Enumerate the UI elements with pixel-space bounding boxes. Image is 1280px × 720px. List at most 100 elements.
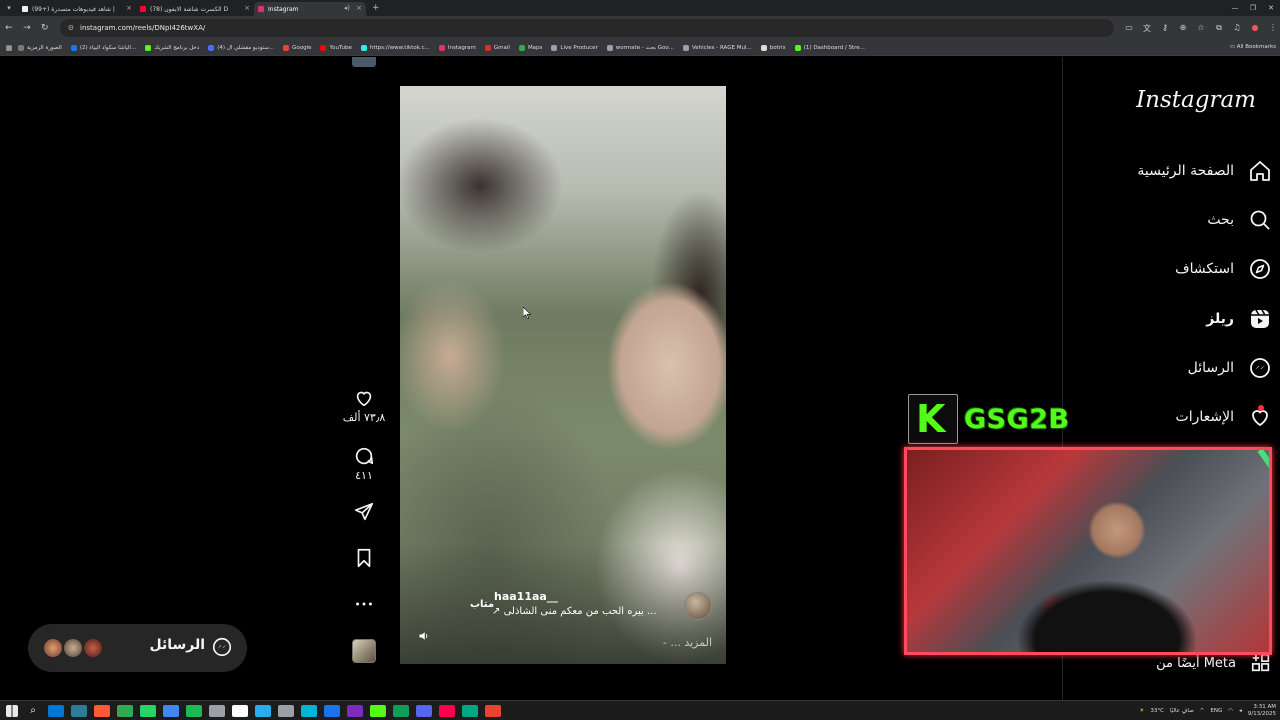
tab-mute-icon[interactable]: ◂) — [344, 4, 350, 12]
wifi-icon[interactable]: ◠ — [1228, 708, 1233, 714]
tab-close-icon[interactable]: × — [244, 4, 250, 12]
extensions-icon[interactable]: ⧉ — [1212, 23, 1226, 34]
bookmark-item[interactable]: Google — [283, 44, 311, 51]
bookmark-item[interactable]: Maps — [518, 44, 542, 51]
taskbar-app-icon[interactable] — [347, 704, 363, 717]
apps-grid-icon[interactable]: ▦ — [0, 44, 18, 52]
comment-button[interactable]: ٤١١ — [340, 445, 388, 482]
taskbar-app-icon[interactable] — [48, 704, 64, 717]
more-caption-link[interactable]: - ... المزيد — [663, 636, 712, 649]
weather-temp: 33°C — [1150, 708, 1164, 714]
bookmark-item[interactable]: https://www.tiktok.c... — [360, 44, 430, 51]
site-info-icon[interactable]: ⚙ — [68, 24, 74, 32]
like-button[interactable]: ٧٣٫٨ ألف — [340, 387, 388, 424]
browser-tab[interactable]: (78) الكسرت شاشة الايفون D × — [136, 2, 254, 16]
more-options-button[interactable] — [340, 593, 388, 615]
taskbar-app-icon[interactable] — [324, 704, 340, 717]
language-indicator[interactable]: ENG — [1210, 708, 1222, 714]
taskbar-app-icon[interactable] — [301, 704, 317, 717]
tray-chevron-icon[interactable]: ^ — [1200, 708, 1205, 714]
tab-close-icon[interactable]: × — [126, 4, 132, 12]
taskbar-app-icon[interactable] — [71, 704, 87, 717]
share-button[interactable] — [340, 501, 388, 523]
reel-username[interactable]: haa11aa__ — [494, 590, 558, 603]
system-tray: ☀ 33°C صافٍ عاليًا ^ ENG ◠ ◂ 3:31 AM 9/1… — [1139, 701, 1276, 720]
media-icon[interactable]: ♫ — [1230, 23, 1244, 34]
taskbar-app-icon[interactable] — [209, 704, 225, 717]
password-key-icon[interactable]: ⚷ — [1158, 23, 1172, 34]
sidebar-item-explore[interactable]: استكشاف — [1175, 254, 1272, 284]
windows-start-icon[interactable] — [6, 704, 18, 717]
address-bar[interactable]: ⚙ instagram.com/reels/DNpI426twXA/ — [59, 19, 1115, 37]
previous-reel-thumbnail[interactable] — [352, 57, 376, 67]
forward-arrow-icon[interactable]: → — [18, 23, 36, 33]
reload-icon[interactable]: ↻ — [36, 23, 54, 33]
translate-icon[interactable]: 文 — [1140, 23, 1154, 34]
taskbar-app-icon[interactable] — [278, 704, 294, 717]
bookmark-item[interactable]: YouTube — [320, 44, 352, 51]
speaker-icon[interactable] — [418, 630, 434, 646]
taskbar-app-icon[interactable] — [416, 704, 432, 717]
browser-tab[interactable]: (99+) شاهد فيديوهات متصدرة | × — [18, 2, 136, 16]
browser-tab-active[interactable]: Instagram ◂) × — [254, 2, 366, 16]
follow-button[interactable]: متاب — [470, 599, 494, 610]
bookmark-item[interactable]: (2) الياشا سكواد اليياء... — [70, 44, 136, 51]
bookmark-item[interactable]: Vehicles - RAGE Mul... — [682, 44, 752, 51]
tab-search-icon[interactable]: ▾ — [0, 4, 18, 12]
sidebar-item-notifications[interactable]: الإشعارات — [1176, 402, 1272, 432]
reel-author-avatar[interactable] — [684, 592, 712, 620]
cast-icon[interactable]: ▭ — [1122, 23, 1136, 34]
messages-floating-button[interactable]: الرسائل — [28, 624, 247, 672]
taskbar-clock[interactable]: 3:31 AM 9/13/2025 — [1248, 704, 1276, 718]
taskbar-app-icon[interactable] — [163, 704, 179, 717]
reel-video[interactable]: haa11aa__ متاب ↗ بيره الحب من معكم منى ا… — [400, 86, 726, 664]
taskbar-app-icon[interactable] — [393, 704, 409, 717]
bookmark-item[interactable]: botrix — [760, 44, 786, 51]
taskbar-app-icon[interactable] — [462, 704, 478, 717]
sidebar-item-search[interactable]: بحث — [1207, 205, 1272, 235]
profile-avatar-icon[interactable]: ● — [1248, 23, 1262, 34]
taskbar-app-icon[interactable] — [94, 704, 110, 717]
zoom-icon[interactable]: ⊕ — [1176, 23, 1190, 34]
bookmark-favicon-icon — [606, 44, 613, 51]
sidebar-item-messages[interactable]: الرسائل — [1188, 353, 1272, 383]
bookmark-item[interactable]: دخل برنامج الشريك — [145, 44, 199, 51]
back-arrow-icon[interactable]: ← — [0, 23, 18, 33]
all-bookmarks-button[interactable]: ▭ All Bookmarks — [1230, 44, 1276, 50]
taskbar-app-icon[interactable] — [232, 704, 248, 717]
bookmark-item[interactable]: (4) ستوديو مقشلي ال... — [208, 44, 274, 51]
chrome-menu-icon[interactable]: ⋮ — [1266, 23, 1280, 34]
bookmark-item[interactable]: (1) Dashboard / Stre... — [794, 44, 865, 51]
reel-audio-thumbnail[interactable] — [352, 639, 376, 663]
bookmark-item[interactable]: Gmail — [484, 44, 510, 51]
bookmark-item[interactable]: Live Producer — [551, 44, 598, 51]
instagram-logo[interactable]: Instagram — [1136, 87, 1256, 113]
taskbar-app-icon[interactable] — [439, 704, 455, 717]
bookmark-star-icon[interactable]: ☆ — [1194, 23, 1208, 34]
reel-caption[interactable]: ↗ بيره الحب من معكم منى الشاذلى ... — [492, 606, 657, 617]
address-toolbar: ← → ↻ ⚙ instagram.com/reels/DNpI426twXA/… — [0, 16, 1280, 40]
bookmark-item[interactable]: wormate - بحث Goo... — [606, 44, 674, 51]
taskbar-app-icon[interactable] — [140, 704, 156, 717]
bookmark-favicon-icon — [283, 44, 290, 51]
bookmark-item[interactable]: الصورة الرمزية — [18, 44, 62, 51]
bookmark-item[interactable]: Instagram — [438, 44, 476, 51]
close-window-icon[interactable]: ✕ — [1262, 0, 1280, 16]
windows-taskbar: ⌕ ☀ 33°C صافٍ عاليًا ^ ENG ◠ ◂ 3:31 AM 9… — [0, 700, 1280, 720]
sidebar-item-reels[interactable]: ريلز — [1206, 304, 1272, 334]
minimize-icon[interactable]: — — [1226, 0, 1244, 16]
new-tab-button[interactable]: + — [372, 3, 380, 13]
save-button[interactable] — [340, 547, 388, 569]
sidebar-item-home[interactable]: الصفحة الرئيسية — [1137, 156, 1272, 186]
volume-icon[interactable]: ◂ — [1239, 708, 1242, 714]
taskbar-app-icon[interactable] — [255, 704, 271, 717]
taskbar-app-icon[interactable] — [186, 704, 202, 717]
tab-close-icon[interactable]: × — [356, 4, 362, 12]
taskbar-app-icon[interactable] — [370, 704, 386, 717]
maximize-icon[interactable]: ❐ — [1244, 0, 1262, 16]
taskbar-app-icon[interactable] — [485, 704, 501, 717]
taskbar-app-icon[interactable] — [117, 704, 133, 717]
kick-logo-icon: K — [908, 394, 958, 444]
taskbar-search-icon[interactable]: ⌕ — [25, 705, 41, 717]
bookmark-label: الصورة الرمزية — [27, 44, 62, 51]
